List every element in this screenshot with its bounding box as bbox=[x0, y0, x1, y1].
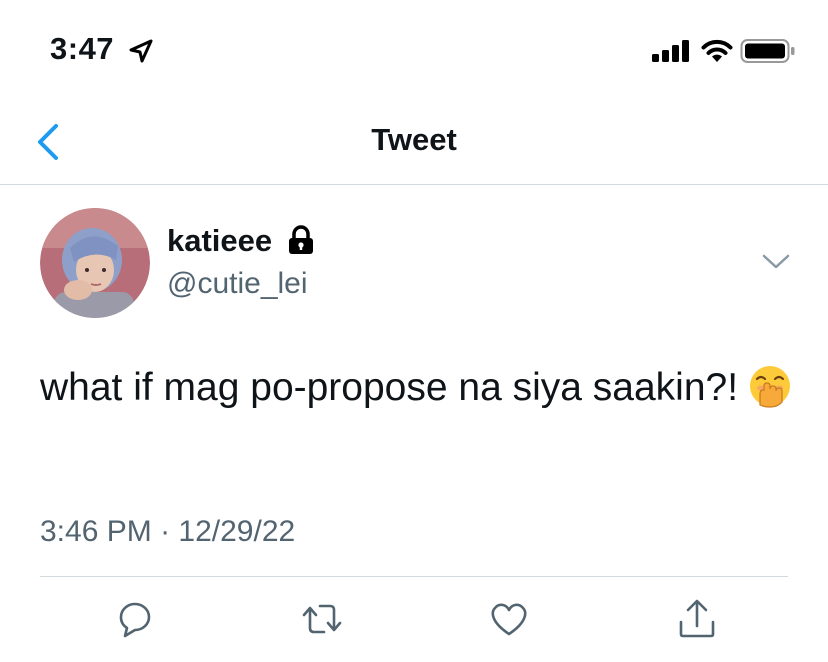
tweet-detail-screen: 3:47 Tweet katieee @cutie_lei what if ma… bbox=[0, 0, 828, 662]
face-with-hand-over-mouth-icon bbox=[750, 366, 791, 408]
navigation-bar: Tweet bbox=[0, 100, 828, 185]
battery-icon bbox=[740, 39, 795, 63]
username[interactable]: @cutie_lei bbox=[167, 267, 308, 301]
wifi-icon bbox=[701, 39, 733, 62]
divider bbox=[40, 576, 788, 577]
reply-icon[interactable] bbox=[113, 596, 157, 642]
chevron-down-icon[interactable] bbox=[760, 250, 792, 274]
timestamp-separator: · bbox=[160, 515, 171, 548]
tweet-action-bar bbox=[0, 596, 828, 646]
share-icon[interactable] bbox=[675, 596, 719, 642]
avatar[interactable] bbox=[40, 208, 150, 318]
page-title: Tweet bbox=[371, 122, 457, 157]
tweet-date: 12/29/22 bbox=[178, 515, 296, 548]
tweet-text: what if mag po-propose na siya saakin?! bbox=[40, 358, 800, 418]
signal-icon bbox=[652, 40, 689, 62]
tweet-timestamp: 3:46 PM · 12/29/22 bbox=[40, 515, 295, 549]
tweet-text-content: what if mag po-propose na siya saakin?! bbox=[40, 366, 739, 409]
status-time: 3:47 bbox=[50, 31, 115, 66]
lock-icon bbox=[289, 225, 313, 254]
display-name[interactable]: katieee bbox=[167, 223, 272, 259]
location-arrow-icon bbox=[129, 39, 153, 63]
status-bar: 3:47 bbox=[0, 0, 828, 100]
tweet-time: 3:46 PM bbox=[40, 515, 152, 548]
retweet-icon[interactable] bbox=[300, 596, 344, 642]
heart-icon[interactable] bbox=[487, 596, 531, 642]
